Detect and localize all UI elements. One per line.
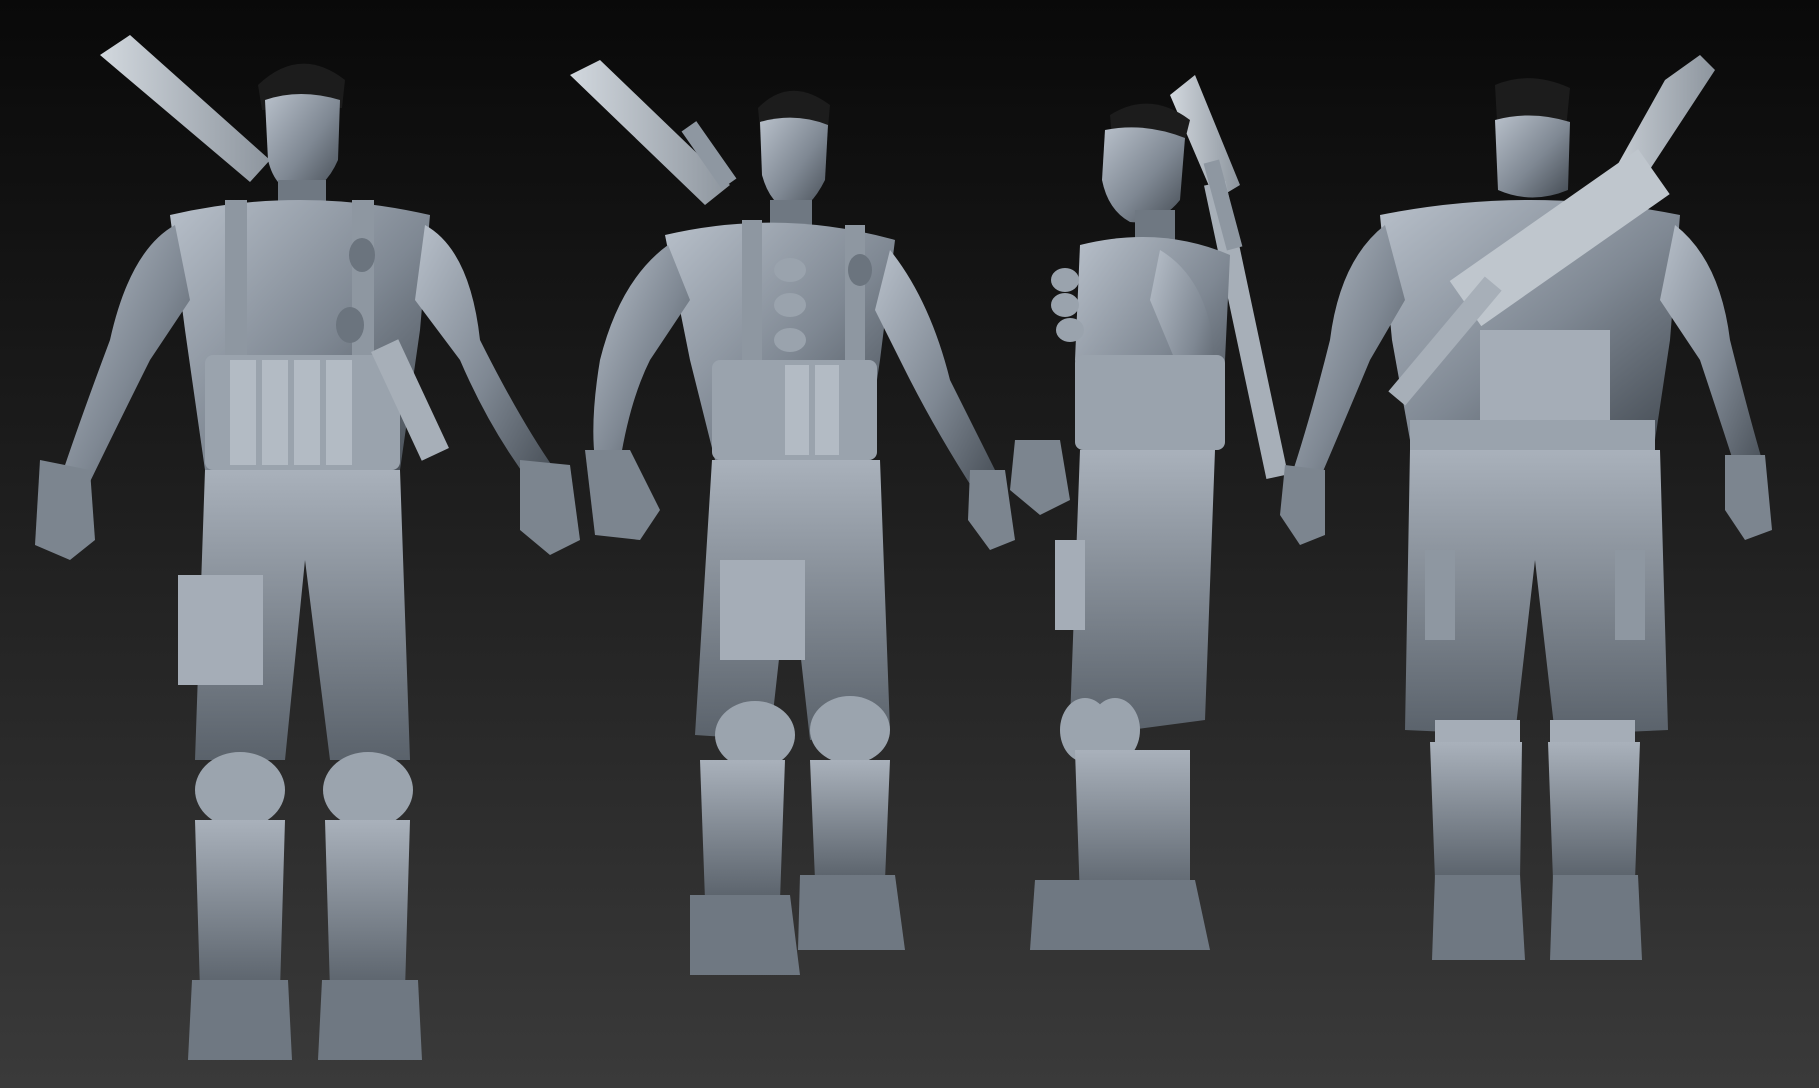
ammo-pouch [774, 258, 806, 282]
right-hand [1725, 455, 1772, 540]
side-pocket [1425, 550, 1455, 640]
grenade [848, 254, 872, 286]
magazine-pouch [262, 360, 288, 465]
left-arm [1290, 225, 1405, 490]
knee-pad [323, 752, 413, 828]
head [1102, 127, 1185, 223]
ammo-pouch [1051, 268, 1079, 292]
head [1495, 115, 1570, 198]
ammo-pouch [774, 293, 806, 317]
right-arm [1660, 225, 1765, 482]
boot [1432, 875, 1525, 960]
head [760, 117, 828, 212]
utility-belt [1075, 355, 1225, 450]
side-pocket [1615, 550, 1645, 640]
left-hand [1280, 465, 1325, 545]
thigh-pouch [178, 575, 263, 685]
ammo-pouch [1056, 318, 1084, 342]
neck [1135, 210, 1175, 240]
head [265, 94, 340, 195]
grenade [336, 307, 364, 343]
character-turnaround-render [35, 35, 1772, 1060]
knee-pad [195, 752, 285, 828]
boot [1030, 880, 1210, 950]
right-hand [968, 470, 1015, 550]
left-arm [593, 245, 690, 462]
magazine-pouch [785, 365, 809, 455]
figure-front-view [35, 35, 580, 1060]
lower-leg [325, 820, 410, 990]
lower-leg [195, 820, 285, 990]
thigh-pouch [1055, 540, 1085, 630]
lower-leg [700, 760, 785, 900]
lower-leg [1430, 742, 1522, 880]
viewport-canvas [0, 0, 1819, 1088]
magazine-pouch [294, 360, 320, 465]
left-hand [585, 450, 660, 540]
figure-side-view [1010, 75, 1288, 950]
ammo-pouch [1051, 293, 1079, 317]
right-arm [875, 250, 1000, 492]
ammo-pouch [774, 328, 806, 352]
left-arm [60, 225, 190, 492]
pants [1070, 450, 1215, 730]
boot [1550, 875, 1642, 960]
boot [188, 980, 292, 1060]
left-hand [35, 460, 95, 560]
knee-pad [715, 701, 795, 769]
hand [1010, 440, 1070, 515]
lower-leg [1075, 750, 1190, 900]
right-hand [520, 460, 580, 555]
magazine-pouch [230, 360, 256, 465]
rifle-stock [570, 60, 730, 205]
knee-pad [810, 696, 890, 764]
magazine-pouch [815, 365, 839, 455]
grenade [349, 238, 375, 272]
boot [690, 895, 800, 975]
thigh-pouch [720, 560, 805, 660]
rifle-stock [100, 35, 270, 182]
knee-strap [1550, 720, 1635, 742]
boot [318, 980, 422, 1060]
lower-leg [1548, 742, 1640, 880]
figure-back-view [1280, 55, 1772, 960]
knee-strap [1435, 720, 1520, 742]
magazine-pouch [326, 360, 352, 465]
boot [798, 875, 905, 950]
figure-three-quarter-view [570, 60, 1015, 975]
lower-leg [810, 760, 890, 880]
utility-belt [1410, 420, 1655, 450]
